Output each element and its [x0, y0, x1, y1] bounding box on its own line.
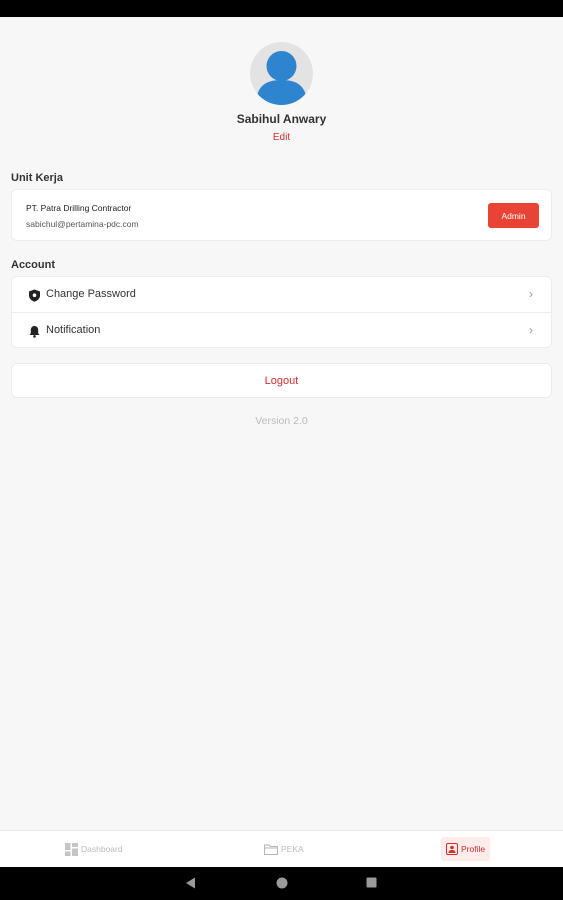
- unit-kerja-card: PT. Patra Drilling Contractor sabichul@p…: [11, 189, 552, 241]
- nav-profile[interactable]: Profile: [441, 837, 491, 861]
- nav-peka-label: PEKA: [281, 844, 304, 854]
- change-password-item[interactable]: Change Password ›: [12, 277, 551, 313]
- edit-profile-link[interactable]: Edit: [0, 132, 563, 143]
- company-name: PT. Patra Drilling Contractor: [26, 203, 132, 213]
- profile-screen: Sabihul Anwary Edit Unit Kerja PT. Patra…: [0, 17, 563, 830]
- version-text: Version 2.0: [255, 415, 308, 427]
- recents-icon[interactable]: [366, 877, 377, 888]
- nav-peka[interactable]: PEKA: [259, 837, 309, 861]
- nav-profile-label: Profile: [461, 844, 486, 854]
- dashboard-icon: [65, 842, 78, 856]
- back-icon[interactable]: [185, 877, 196, 889]
- chevron-right-icon: ›: [529, 323, 533, 337]
- account-menu: Change Password › Notification ›: [11, 276, 552, 348]
- role-badge: Admin: [488, 203, 539, 228]
- bell-icon: [29, 326, 40, 338]
- shield-icon: [29, 289, 40, 302]
- profile-icon: [446, 843, 458, 855]
- logout-label: Logout: [264, 374, 299, 387]
- folder-icon: [264, 844, 278, 855]
- status-bar: [0, 0, 563, 17]
- change-password-label: Change Password: [46, 288, 136, 300]
- chevron-right-icon: ›: [529, 287, 533, 301]
- avatar[interactable]: [250, 42, 313, 105]
- notification-item[interactable]: Notification ›: [12, 313, 551, 349]
- nav-dashboard-label: Dashboard: [81, 844, 123, 854]
- user-avatar-icon: [256, 51, 307, 105]
- nav-dashboard[interactable]: Dashboard: [60, 837, 128, 861]
- home-icon[interactable]: [276, 877, 288, 889]
- system-navigation-bar: [0, 867, 563, 900]
- logout-button[interactable]: Logout: [11, 363, 552, 398]
- notification-label: Notification: [46, 324, 101, 336]
- account-title: Account: [11, 259, 55, 271]
- user-name: Sabihul Anwary: [236, 112, 327, 126]
- bottom-nav: Dashboard PEKA Profile: [0, 830, 563, 867]
- user-email: sabichul@pertamina-pdc.com: [26, 219, 139, 229]
- unit-kerja-title: Unit Kerja: [11, 172, 63, 184]
